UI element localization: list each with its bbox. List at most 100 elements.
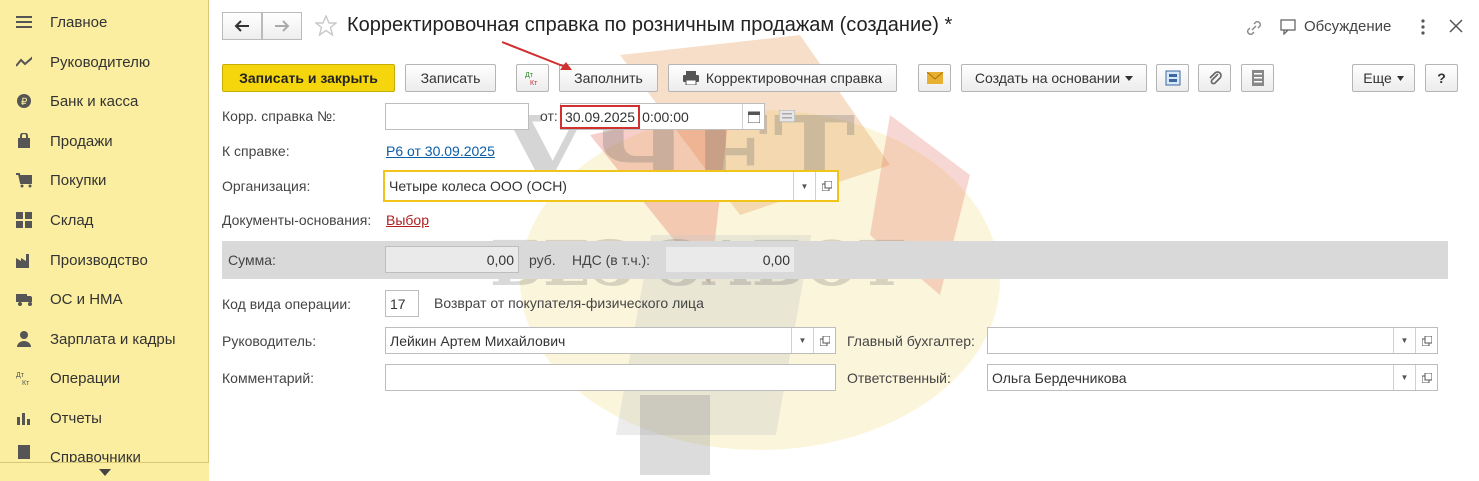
chevron-down-icon [1125, 75, 1134, 81]
sidebar-item-sales[interactable]: Продажи [0, 123, 209, 159]
annotation-arrow [501, 41, 572, 70]
svg-text:Кт: Кт [530, 80, 538, 86]
attach-file-button[interactable] [1198, 64, 1231, 92]
document-structure-icon [1165, 70, 1180, 86]
sidebar-item-directories[interactable]: Справочники [0, 440, 209, 462]
sidebar-item-warehouse[interactable]: Склад [0, 202, 209, 238]
number-input[interactable] [385, 103, 529, 130]
organization-label: Организация: [222, 178, 311, 194]
sidebar-item-salary[interactable]: Зарплата и кадры [0, 321, 209, 357]
head-label: Руководитель: [222, 333, 317, 349]
structure-button[interactable] [1156, 64, 1189, 92]
close-icon[interactable] [1449, 19, 1463, 33]
calendar-button[interactable] [742, 104, 764, 129]
date-input[interactable]: 30.09.2025 0:00:00 [560, 103, 765, 130]
dropdown-button[interactable]: ▼ [1393, 365, 1415, 390]
comment-input[interactable] [385, 364, 836, 391]
save-button[interactable]: Записать [405, 64, 496, 92]
sidebar-item-label: Справочники [50, 448, 141, 463]
open-button[interactable] [813, 328, 835, 353]
reference-link[interactable]: Р6 от 30.09.2025 [386, 143, 495, 159]
head-value: Лейкин Артем Михайлович [390, 332, 566, 349]
chief-accountant-field[interactable]: ▼ [987, 327, 1438, 354]
envelope-icon [926, 72, 943, 84]
sidebar-item-purchases[interactable]: Покупки [0, 162, 209, 198]
open-button[interactable] [1415, 365, 1437, 390]
basis-docs-label: Документы-основания: [222, 212, 372, 228]
open-button[interactable] [1415, 328, 1437, 353]
chevron-down-icon [1396, 75, 1404, 81]
sum-value: 0,00 [385, 246, 519, 273]
open-window-icon [819, 335, 830, 346]
head-field[interactable]: Лейкин Артем Михайлович ▼ [385, 327, 836, 354]
responsible-value: Ольга Бердечникова [992, 369, 1127, 386]
dropdown-button[interactable]: ▼ [793, 172, 815, 200]
currency-label: руб. [529, 252, 556, 268]
more-label: Еще [1363, 70, 1392, 86]
operation-code-description: Возврат от покупателя-физического лица [434, 295, 704, 311]
create-based-label: Создать на основании [974, 70, 1121, 86]
sidebar-item-manager[interactable]: Руководителю [0, 44, 209, 80]
sum-label: Сумма: [228, 252, 276, 268]
sidebar-item-label: Банк и касса [50, 92, 139, 110]
sidebar-item-label: Руководителю [50, 53, 151, 71]
info-card-icon[interactable] [779, 110, 795, 122]
more-vertical-icon[interactable] [1420, 18, 1426, 36]
number-label: Корр. справка №: [222, 108, 336, 124]
report-button[interactable] [1241, 64, 1274, 92]
sidebar-item-label: Зарплата и кадры [50, 330, 176, 348]
help-button[interactable]: ? [1425, 64, 1458, 92]
truck-icon [16, 291, 32, 307]
organization-field[interactable]: Четыре колеса ООО (ОСН) ▼ [383, 170, 839, 202]
trend-chart-icon [16, 54, 32, 70]
arrow-left-icon [234, 20, 249, 32]
bar-chart-icon [16, 410, 32, 426]
save-and-close-button[interactable]: Записать и закрыть [222, 64, 395, 92]
sidebar-item-label: Покупки [50, 171, 107, 189]
operation-code-label: Код вида операции: [222, 296, 352, 312]
sidebar-item-main[interactable]: Главное [0, 4, 209, 40]
sidebar-item-reports[interactable]: Отчеты [0, 400, 209, 436]
dropdown-button[interactable]: ▼ [791, 328, 813, 353]
reference-label: К справке: [222, 143, 290, 159]
back-button[interactable] [222, 12, 262, 40]
forward-button[interactable] [262, 12, 302, 40]
print-button-label: Корректировочная справка [705, 70, 883, 86]
open-button[interactable] [815, 172, 837, 200]
from-label: от: [540, 108, 558, 124]
open-window-icon [1421, 372, 1432, 383]
sidebar-item-label: Отчеты [50, 409, 102, 427]
sidebar-item-label: Главное [50, 13, 108, 31]
shopping-bag-icon [16, 133, 32, 149]
sidebar-item-operations[interactable]: Дт Кт Операции [0, 360, 209, 396]
open-window-icon [1421, 335, 1432, 346]
more-button[interactable]: Еще [1352, 64, 1415, 92]
chat-bubble-icon [1280, 18, 1296, 35]
paperclip-icon [1208, 71, 1222, 85]
email-button[interactable] [918, 64, 951, 92]
discussion-label: Обсуждение [1304, 18, 1392, 35]
responsible-label: Ответственный: [847, 370, 951, 386]
create-based-on-button[interactable]: Создать на основании [961, 64, 1147, 92]
link-icon[interactable] [1245, 19, 1263, 37]
printer-icon [682, 71, 699, 85]
sidebar-item-production[interactable]: Производство [0, 242, 209, 278]
dropdown-button[interactable]: ▼ [1393, 328, 1415, 353]
responsible-field[interactable]: Ольга Бердечникова ▼ [987, 364, 1438, 391]
sidebar-item-label: Склад [50, 211, 94, 229]
calendar-icon [747, 111, 760, 123]
sidebar: Главное Руководителю ₽ Банк и касса Прод… [0, 0, 209, 481]
print-correction-button[interactable]: Корректировочная справка [668, 64, 897, 92]
sidebar-item-label: ОС и НМА [50, 290, 123, 308]
sidebar-item-assets[interactable]: ОС и НМА [0, 281, 209, 317]
operation-code-input[interactable]: 17 [385, 290, 419, 317]
star-favorite-icon[interactable] [315, 15, 337, 37]
discussion-button[interactable]: Обсуждение [1280, 18, 1391, 35]
basis-select-link[interactable]: Выбор [386, 212, 429, 228]
sidebar-scroll-down[interactable] [0, 462, 209, 481]
chevron-down-icon [98, 468, 111, 476]
comment-label: Комментарий: [222, 370, 315, 386]
book-icon [16, 443, 32, 459]
sidebar-item-bank[interactable]: ₽ Банк и касса [0, 83, 209, 119]
open-window-icon [821, 181, 832, 191]
